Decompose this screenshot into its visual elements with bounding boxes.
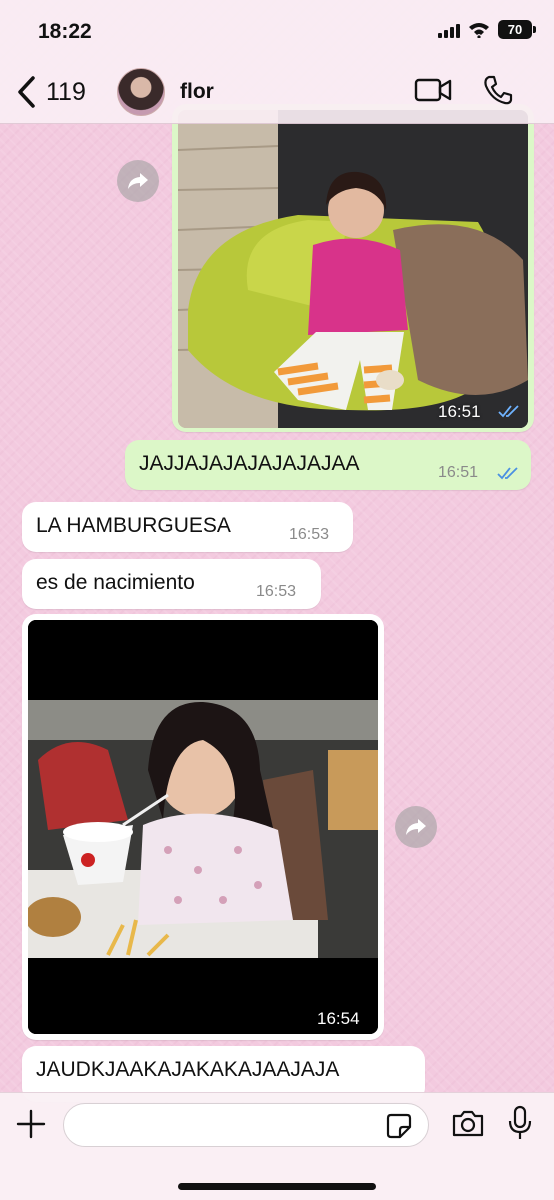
back-button[interactable]: 119 [16,76,86,108]
message-time: 16:54 [317,1009,360,1028]
video-call-icon[interactable] [414,76,452,104]
read-receipt-icon [498,405,519,418]
shared-photo-girl-on-chair[interactable] [178,110,528,428]
wifi-icon [469,22,489,38]
photo-girl-drinking [28,620,378,1034]
message-time: 16:53 [289,526,330,543]
forward-icon [128,173,148,189]
message-time: 16:51 [438,464,479,481]
forward-button[interactable] [395,806,437,848]
chat-screen: 16:51 JAJJAJAJAJAJAJAJAA 16:51 LA HAMBUR… [0,0,554,1200]
unread-count: 119 [46,77,86,106]
battery-icon: 70 [498,20,536,39]
shared-photo-girl-drinking[interactable] [28,620,378,1034]
battery-level: 70 [507,22,523,37]
cellular-signal-icon [438,22,460,38]
message-time: 16:53 [256,583,297,600]
contact-avatar[interactable] [117,68,165,116]
plus-icon[interactable] [16,1109,46,1139]
status-icons: 70 [438,20,536,39]
microphone-icon[interactable] [507,1105,533,1141]
message-text: JAUDKJAAKAJAKAKAJAAJAJA [36,1058,340,1081]
chat-header: 18:22 70 119 flor [0,0,554,124]
camera-icon[interactable] [451,1109,485,1137]
contact-name[interactable]: flor [180,80,214,104]
photo-girl-on-chair [178,110,528,428]
chevron-left-icon [18,76,35,108]
message-input-bar [0,1092,554,1200]
forward-button[interactable] [117,160,159,202]
outgoing-text-message[interactable]: JAJJAJAJAJAJAJAJAA 16:51 [125,440,531,490]
forward-icon [406,819,426,835]
phone-call-icon[interactable] [482,74,514,106]
message-text: es de nacimiento [36,571,195,594]
status-time: 18:22 [38,20,92,43]
message-input[interactable] [63,1103,429,1147]
read-receipt-icon [497,467,518,480]
message-time: 16:51 [438,402,481,421]
incoming-text-message[interactable]: es de nacimiento 16:53 [22,559,321,609]
message-text: LA HAMBURGUESA [36,514,231,537]
message-text: JAJJAJAJAJAJAJAJAA [139,452,360,475]
sticker-icon[interactable] [386,1113,412,1139]
home-indicator [178,1183,376,1190]
incoming-text-message[interactable]: LA HAMBURGUESA 16:53 [22,502,353,552]
